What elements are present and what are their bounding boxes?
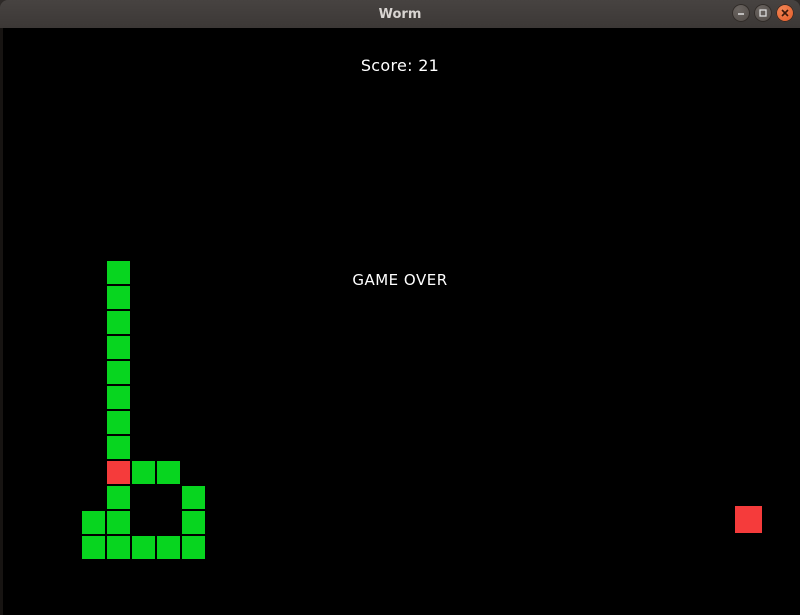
worm-body-cell <box>182 511 205 534</box>
food-cell <box>735 506 762 533</box>
score-text: Score: 21 <box>0 56 800 75</box>
worm-body-cell <box>107 436 130 459</box>
maximize-icon <box>758 8 768 18</box>
worm-body-cell <box>107 286 130 309</box>
worm-body-cell <box>107 311 130 334</box>
worm-head-cell <box>107 461 130 484</box>
worm-body-cell <box>107 361 130 384</box>
close-button[interactable] <box>776 4 794 22</box>
worm-body-cell <box>82 536 105 559</box>
worm-body-cell <box>107 411 130 434</box>
worm-body-cell <box>107 386 130 409</box>
close-icon <box>780 8 790 18</box>
worm-body-cell <box>107 511 130 534</box>
game-stage[interactable]: Score: 21 GAME OVER <box>0 28 800 615</box>
worm-body-cell <box>107 536 130 559</box>
worm-body-cell <box>182 536 205 559</box>
worm-body-cell <box>82 511 105 534</box>
window-controls <box>732 4 794 22</box>
worm-body-cell <box>107 336 130 359</box>
worm-body-cell <box>132 536 155 559</box>
minimize-button[interactable] <box>732 4 750 22</box>
worm-body-cell <box>157 461 180 484</box>
worm-body-cell <box>182 486 205 509</box>
worm-body-cell <box>157 536 180 559</box>
worm-body-cell <box>107 261 130 284</box>
minimize-icon <box>736 8 746 18</box>
worm-body-cell <box>132 461 155 484</box>
window-title: Worm <box>379 7 422 22</box>
window-titlebar: Worm <box>0 0 800 28</box>
worm-body-cell <box>107 486 130 509</box>
maximize-button[interactable] <box>754 4 772 22</box>
left-edge-shadow <box>0 28 3 615</box>
